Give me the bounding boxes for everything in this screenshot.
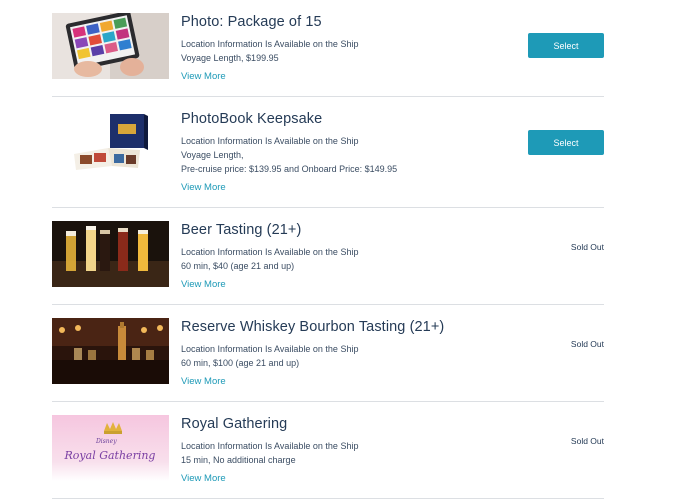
list-item-photobook: PhotoBook Keepsake Location Information … xyxy=(52,110,604,196)
item-info: Beer Tasting (21+) Location Information … xyxy=(181,221,511,292)
item-detail: Voyage Length, xyxy=(181,150,244,160)
item-location: Location Information Is Available on the… xyxy=(181,136,359,146)
divider xyxy=(52,498,604,499)
view-more-link[interactable]: View More xyxy=(181,375,226,389)
logo-title-text: Royal Gathering xyxy=(64,449,156,462)
item-detail: 15 min, No additional charge xyxy=(181,455,296,465)
divider xyxy=(52,96,604,97)
divider xyxy=(52,207,604,208)
item-location: Location Information Is Available on the… xyxy=(181,247,359,257)
select-button[interactable]: Select xyxy=(528,130,604,155)
item-location: Location Information Is Available on the… xyxy=(181,441,359,451)
item-detail: 60 min, $40 (age 21 and up) xyxy=(181,261,295,271)
sold-out-label: Sold Out xyxy=(570,242,604,252)
item-location: Location Information Is Available on the… xyxy=(181,39,359,49)
view-more-link[interactable]: View More xyxy=(181,181,226,195)
logo-brand-text: Disney xyxy=(95,438,117,445)
view-more-link[interactable]: View More xyxy=(181,70,226,84)
item-info: Reserve Whiskey Bourbon Tasting (21+) Lo… xyxy=(181,318,511,389)
divider xyxy=(52,401,604,402)
item-title: Beer Tasting (21+) xyxy=(181,222,302,238)
item-info: PhotoBook Keepsake Location Information … xyxy=(181,110,511,195)
list-item-whiskey-tasting: Reserve Whiskey Bourbon Tasting (21+) Lo… xyxy=(52,318,604,390)
item-detail: Pre-cruise price: $139.95 and Onboard Pr… xyxy=(181,164,398,174)
list-item-royal-gathering: Disney Royal Gathering Royal Gathering L… xyxy=(52,415,604,487)
tablet-photos-image[interactable] xyxy=(52,13,169,79)
sold-out-label: Sold Out xyxy=(570,436,604,446)
sold-out-label: Sold Out xyxy=(570,339,604,349)
item-title: Reserve Whiskey Bourbon Tasting (21+) xyxy=(181,319,445,335)
item-title: Photo: Package of 15 xyxy=(181,14,322,30)
item-detail: Voyage Length, $199.95 xyxy=(181,53,279,63)
list-item-beer-tasting: Beer Tasting (21+) Location Information … xyxy=(52,221,604,293)
whiskey-bar-image[interactable] xyxy=(52,318,169,384)
view-more-link[interactable]: View More xyxy=(181,278,226,292)
item-location: Location Information Is Available on the… xyxy=(181,344,359,354)
item-title: Royal Gathering xyxy=(181,416,288,432)
select-button[interactable]: Select xyxy=(528,33,604,58)
item-detail: 60 min, $100 (age 21 and up) xyxy=(181,358,300,368)
list-item-photo-package: Photo: Package of 15 Location Informatio… xyxy=(52,13,604,83)
item-info: Royal Gathering Location Information Is … xyxy=(181,415,511,486)
activity-list: Photo: Package of 15 Location Informatio… xyxy=(0,0,682,500)
beer-glasses-image[interactable] xyxy=(52,221,169,287)
item-title: PhotoBook Keepsake xyxy=(181,111,323,127)
item-info: Photo: Package of 15 Location Informatio… xyxy=(181,13,511,84)
photobook-image[interactable] xyxy=(52,110,169,176)
royal-gathering-logo-image[interactable]: Disney Royal Gathering xyxy=(52,415,169,481)
divider xyxy=(52,304,604,305)
view-more-link[interactable]: View More xyxy=(181,472,226,486)
